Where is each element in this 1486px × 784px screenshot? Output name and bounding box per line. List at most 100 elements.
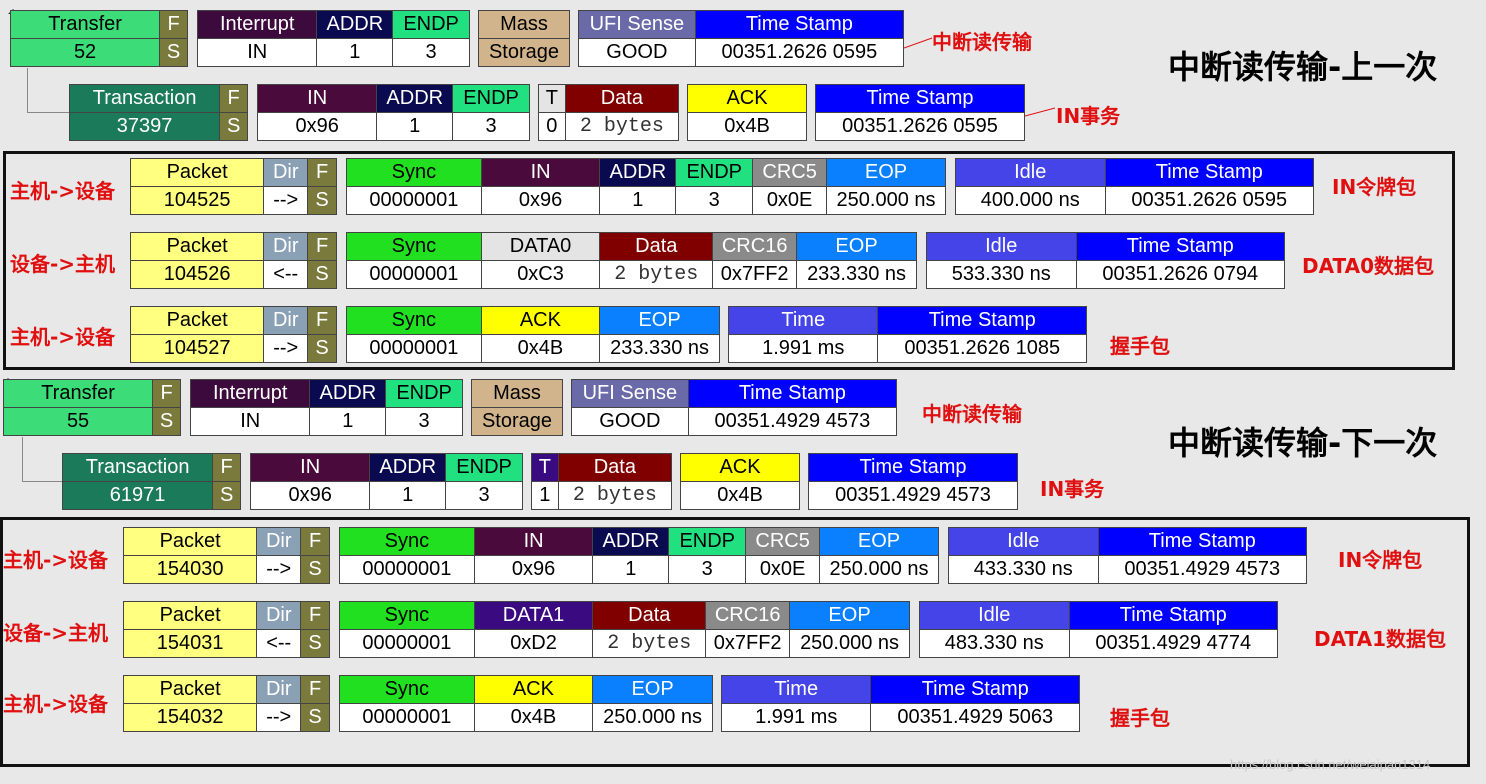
- timestamp-header: Time Stamp: [877, 306, 1087, 335]
- tree-connector: [22, 437, 63, 482]
- time-timestamp-field: Time Time Stamp 1.991 ms 00351.4929 5063: [720, 675, 1080, 732]
- annotation-in-transaction: IN事务: [1040, 477, 1105, 501]
- in-value: 0x96: [249, 481, 371, 510]
- transaction-number: 37397: [68, 112, 221, 141]
- f-header: F: [212, 453, 241, 482]
- crc16-value: 0x7FF2: [705, 629, 791, 658]
- timestamp-value: 00351.2626 0595: [815, 112, 1025, 141]
- time-timestamp-field: Time Time Stamp 1.991 ms 00351.2626 1085: [727, 306, 1087, 363]
- ack-field: ACK 0x4B: [687, 84, 807, 141]
- packet-record[interactable]: Packet Dir F 104526 <-- S: [129, 232, 337, 289]
- timestamp-value: 00351.4929 4774: [1068, 629, 1278, 658]
- packet-header: Packet: [129, 158, 265, 187]
- eop-value: 250.000 ns: [819, 555, 939, 584]
- interrupt-header: Interrupt: [196, 10, 318, 39]
- data-header: Data: [592, 601, 707, 630]
- addr-value: 1: [316, 38, 394, 67]
- transfer-record[interactable]: Transfer F 55 S: [2, 379, 181, 436]
- crc5-header: CRC5: [752, 158, 828, 187]
- idle-header: Idle: [919, 601, 1070, 630]
- data-value: 2 bytes: [599, 260, 714, 289]
- eop-header: EOP: [789, 601, 910, 630]
- packet-record[interactable]: Packet Dir F 154032 --> S: [122, 675, 330, 732]
- section-title-previous: 中断读传输-上一次: [1168, 48, 1438, 86]
- f-header: F: [300, 675, 330, 704]
- endp-header: ENDP: [392, 10, 470, 39]
- sync-header: Sync: [339, 601, 475, 630]
- storage-label: Storage: [478, 38, 570, 67]
- packet-record[interactable]: Packet Dir F 104527 --> S: [129, 306, 337, 363]
- eop-header: EOP: [599, 306, 720, 335]
- dir-value: <--: [256, 629, 302, 658]
- packet-header: Packet: [122, 527, 258, 556]
- packet-record[interactable]: Packet Dir F 154031 <-- S: [122, 601, 330, 658]
- annotation-direction: 主机->设备: [3, 692, 109, 716]
- timestamp-field: Time Stamp 00351.4929 4573: [808, 453, 1018, 510]
- addr-value: 1: [599, 186, 677, 215]
- packet-number: 154030: [122, 555, 258, 584]
- addr-value: 1: [309, 407, 387, 436]
- timestamp-header: Time Stamp: [694, 10, 905, 39]
- f-header: F: [159, 10, 188, 39]
- idle-value: 483.330 ns: [919, 629, 1070, 658]
- in-token-field: IN ADDR ENDP 0x96 1 3: [256, 84, 530, 141]
- annotation-direction: 设备->主机: [3, 621, 109, 645]
- transaction-record[interactable]: Transaction F 61971 S: [61, 453, 241, 510]
- mass-storage-field: Mass Storage: [478, 10, 570, 67]
- data-header: Data: [599, 232, 714, 261]
- storage-label: Storage: [471, 407, 563, 436]
- watermark: https://blog.csdn.net/weiaipan1314: [1230, 757, 1431, 772]
- annotation-in-token: IN令牌包: [1338, 548, 1423, 572]
- timestamp-header: Time Stamp: [870, 675, 1080, 704]
- timestamp-value: 00351.4929 4573: [808, 481, 1018, 510]
- in-header: IN: [256, 84, 378, 113]
- packet-number: 154032: [122, 703, 258, 732]
- addr-header: ADDR: [599, 158, 677, 187]
- dir-header: Dir: [263, 158, 309, 187]
- addr-header: ADDR: [376, 84, 454, 113]
- endp-value: 3: [392, 38, 470, 67]
- packet-header: Packet: [129, 306, 265, 335]
- endp-value: 3: [385, 407, 463, 436]
- packet-record[interactable]: Packet Dir F 104525 --> S: [129, 158, 337, 215]
- f-header: F: [307, 232, 337, 261]
- idle-header: Idle: [948, 527, 1099, 556]
- transfer-record[interactable]: Transfer F 52 S: [9, 10, 188, 67]
- time-header: Time: [720, 675, 872, 704]
- annotation-in-token: IN令牌包: [1332, 175, 1417, 199]
- packet-record[interactable]: Packet Dir F 154030 --> S: [122, 527, 330, 584]
- timestamp-value: 00351.4929 5063: [870, 703, 1080, 732]
- timestamp-value: 00351.2626 0595: [694, 38, 905, 67]
- data1-header: DATA1: [473, 601, 594, 630]
- timestamp-header: Time Stamp: [1075, 232, 1285, 261]
- packet-header: Packet: [129, 232, 265, 261]
- idle-timestamp-field: Idle Time Stamp 533.330 ns 00351.2626 0794: [926, 232, 1285, 289]
- eop-value: 233.330 ns: [599, 334, 720, 363]
- data-header: Data: [557, 453, 673, 482]
- annotation-interrupt-transfer: 中断读传输: [922, 402, 1022, 426]
- ack-value: 0x4B: [680, 481, 800, 510]
- s-header: S: [307, 334, 337, 363]
- f-header: F: [219, 84, 248, 113]
- annotation-handshake: 握手包: [1110, 334, 1170, 358]
- data-packet-fields: Sync DATA0 Data CRC16 EOP 00000001 0xC3 …: [346, 232, 917, 289]
- token-packet-fields: Sync IN ADDR ENDP CRC5 EOP 00000001 0x96…: [346, 158, 946, 215]
- s-header: S: [212, 481, 241, 510]
- mass-storage-field: Mass Storage: [471, 379, 563, 436]
- addr-header: ADDR: [369, 453, 447, 482]
- addr-header: ADDR: [309, 379, 387, 408]
- transaction-record[interactable]: Transaction F 37397 S: [68, 84, 248, 141]
- dir-header: Dir: [256, 675, 302, 704]
- timestamp-value: 00351.2626 0595: [1104, 186, 1314, 215]
- idle-timestamp-field: Idle Time Stamp 433.330 ns 00351.4929 4573: [948, 527, 1307, 584]
- ack-value: 0x4B: [473, 703, 594, 732]
- endp-value: 3: [675, 186, 754, 215]
- dir-header: Dir: [256, 527, 302, 556]
- crc5-header: CRC5: [745, 527, 821, 556]
- dir-header: Dir: [263, 232, 309, 261]
- crc16-header: CRC16: [705, 601, 791, 630]
- transfer-header: Transfer: [9, 10, 161, 39]
- idle-header: Idle: [926, 232, 1077, 261]
- f-header: F: [152, 379, 181, 408]
- transfer-number: 55: [2, 407, 154, 436]
